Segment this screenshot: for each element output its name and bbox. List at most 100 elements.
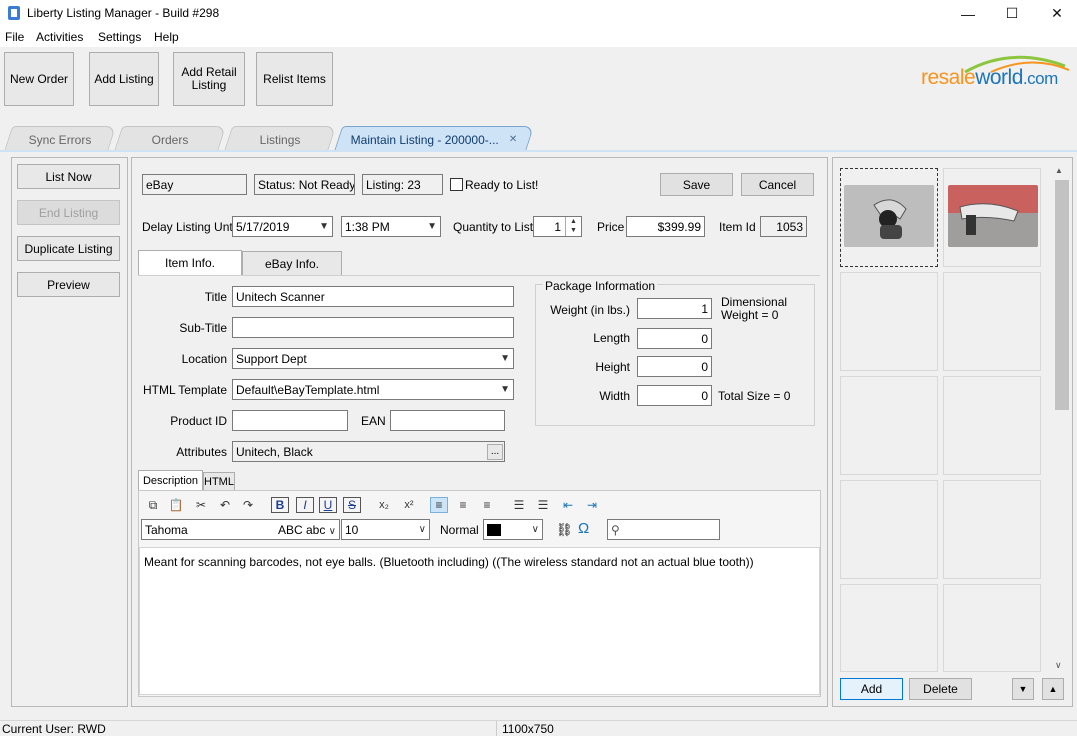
delay-listing-label: Delay Listing Until [142,220,239,234]
scrollbar-thumb[interactable] [1055,180,1069,410]
preview-button[interactable]: Preview [17,272,120,297]
menu-settings[interactable]: Settings [98,30,141,44]
strikethrough-icon[interactable]: S [343,497,361,513]
stepper-arrows-icon[interactable]: ▲ ▼ [565,217,581,236]
tab-sync-errors[interactable]: Sync Errors [3,126,117,152]
image-slot-6[interactable] [943,376,1041,475]
scroll-down-icon[interactable]: ∨ [1055,660,1062,671]
menu-help[interactable]: Help [154,30,179,44]
tab-description[interactable]: Description [138,470,203,490]
add-retail-listing-button[interactable]: Add Retail Listing [173,52,245,106]
align-right-icon[interactable]: ≡ [478,497,496,513]
duplicate-listing-button[interactable]: Duplicate Listing [17,236,120,261]
tab-listings[interactable]: Listings [223,126,337,152]
menu-activities[interactable]: Activities [36,30,83,44]
maximize-button[interactable]: ☐ [989,0,1035,27]
indent-icon[interactable]: ⇥ [583,497,601,513]
title-input[interactable]: Unitech Scanner [232,286,514,307]
paste-icon[interactable]: 📋 [167,497,185,513]
ean-input[interactable] [390,410,505,431]
scanner-photo-1 [844,185,934,247]
search-icon: ⚲ [611,522,620,537]
ready-to-list-label: Ready to List! [465,178,539,192]
description-editor[interactable] [139,547,820,695]
add-listing-button[interactable]: Add Listing [89,52,159,106]
scroll-up-icon[interactable]: ▲ [1055,166,1063,175]
color-swatch [487,523,501,536]
minimize-button[interactable]: — [945,0,991,27]
length-input[interactable]: 0 [637,328,712,349]
image-slot-8[interactable] [943,480,1041,579]
cut-icon[interactable]: ✂ [192,497,210,513]
location-select[interactable]: Support Dept ▼ [232,348,514,369]
tab-underline [0,150,1077,152]
link-icon[interactable]: ⛓ [556,522,573,538]
tab-maintain-listing[interactable]: Maintain Listing - 200000-... ✕ [333,126,535,152]
outdent-icon[interactable]: ⇤ [559,497,577,513]
attributes-browse-button[interactable]: ... [487,444,503,460]
bullet-list-icon[interactable]: ☰ [510,497,528,513]
save-button[interactable]: Save [660,173,733,196]
chevron-down-icon: ▼ [500,384,510,395]
chevron-down-icon: ∨ [328,525,336,537]
image-slot-9[interactable] [840,584,938,672]
delay-date-picker[interactable]: 5/17/2019 ▼ [232,216,333,237]
find-input[interactable]: ⚲ [607,519,720,540]
font-size-select[interactable]: 10 ∨ [341,519,430,540]
tab-html[interactable]: HTML [203,472,235,490]
toolbar: New Order Add Listing Add Retail Listing… [0,47,1077,119]
font-family-select[interactable]: Tahoma ABC abc ∨ [141,519,340,540]
weight-label: Weight (in lbs.) [550,303,630,317]
tab-orders[interactable]: Orders [113,126,227,152]
image-slot-7[interactable] [840,480,938,579]
bold-icon[interactable]: B [271,497,289,513]
image-slot-4[interactable] [943,272,1041,371]
image-slot-2[interactable] [943,168,1041,267]
font-color-select[interactable]: ∨ [483,519,543,540]
tab-close-icon[interactable]: ✕ [509,134,517,145]
underline-icon[interactable]: U [319,497,337,513]
copy-icon[interactable]: ⧉ [144,497,162,513]
redo-icon[interactable]: ↷ [239,497,257,513]
marketplace-field: eBay [142,174,247,195]
relist-items-button[interactable]: Relist Items [256,52,333,106]
resaleworld-logo: resaleworld.com [921,52,1071,92]
arrow-up-icon: ▲ [1048,684,1058,694]
tab-item-info[interactable]: Item Info. [138,250,242,275]
subtitle-input[interactable] [232,317,514,338]
description-text[interactable]: Meant for scanning barcodes, not eye bal… [144,555,754,569]
width-input[interactable]: 0 [637,385,712,406]
italic-icon[interactable]: I [296,497,314,513]
image-slot-5[interactable] [840,376,938,475]
price-field[interactable]: $399.99 [626,216,705,237]
product-id-input[interactable] [232,410,348,431]
image-slot-3[interactable] [840,272,938,371]
image-slot-1[interactable] [840,168,938,267]
subscript-icon[interactable]: x₂ [375,497,393,513]
superscript-icon[interactable]: x² [400,497,418,513]
tab-ebay-info[interactable]: eBay Info. [242,251,342,276]
menu-file[interactable]: File [5,30,24,44]
align-center-icon[interactable]: ≡ [454,497,472,513]
tab-divider [138,275,820,276]
special-char-icon[interactable]: Ω [578,520,589,537]
delete-image-button[interactable]: Delete [909,678,972,700]
html-template-label: HTML Template [142,383,227,397]
move-down-button[interactable]: ▼ [1012,678,1034,700]
close-button[interactable]: ✕ [1034,0,1077,27]
end-listing-button[interactable]: End Listing [17,200,120,225]
delay-time-picker[interactable]: 1:38 PM ▼ [341,216,441,237]
cancel-button[interactable]: Cancel [741,173,814,196]
ready-to-list-checkbox[interactable] [450,178,463,191]
image-slot-10[interactable] [943,584,1041,672]
align-left-icon[interactable]: ≡ [430,497,448,513]
move-up-button[interactable]: ▲ [1042,678,1064,700]
weight-input[interactable]: 1 [637,298,712,319]
html-template-select[interactable]: Default\eBayTemplate.html ▼ [232,379,514,400]
add-image-button[interactable]: Add [840,678,903,700]
undo-icon[interactable]: ↶ [216,497,234,513]
list-now-button[interactable]: List Now [17,164,120,189]
height-input[interactable]: 0 [637,356,712,377]
numbered-list-icon[interactable]: ☰ [534,497,552,513]
new-order-button[interactable]: New Order [4,52,74,106]
